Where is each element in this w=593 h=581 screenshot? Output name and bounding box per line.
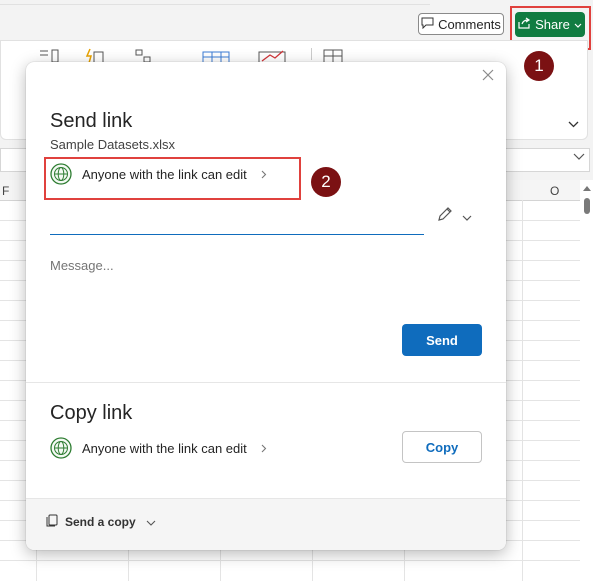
ribbon-collapse-chevron-icon[interactable] — [568, 118, 579, 132]
message-input[interactable] — [50, 254, 470, 276]
send-a-copy-button[interactable]: Send a copy — [46, 514, 156, 530]
send-link-title: Send link — [50, 110, 133, 132]
comments-label: Comments — [438, 16, 501, 32]
comments-button[interactable]: Comments — [418, 13, 504, 35]
grid-line — [0, 560, 580, 561]
title-strip — [0, 0, 593, 40]
send-button[interactable]: Send — [402, 324, 482, 356]
column-header-o[interactable]: O — [550, 184, 559, 198]
copy-link-permission-label: Anyone with the link can edit — [82, 440, 247, 456]
permission-highlight-box — [44, 157, 301, 200]
copy-button[interactable]: Copy — [402, 431, 482, 463]
share-dialog: Send link Sample Datasets.xlsx Anyone wi… — [26, 62, 506, 550]
column-header-f[interactable]: F — [2, 184, 9, 198]
grid-line — [522, 200, 523, 581]
globe-icon — [50, 437, 72, 459]
chevron-down-icon — [146, 515, 156, 529]
section-divider — [26, 382, 506, 383]
formula-bar-expand-icon[interactable] — [573, 150, 585, 164]
dialog-footer: Send a copy — [26, 498, 506, 550]
scroll-up-arrow-icon[interactable] — [583, 186, 591, 191]
send-copy-icon — [46, 514, 59, 530]
callout-badge-2: 2 — [311, 167, 341, 197]
tab-line — [0, 0, 430, 5]
chevron-right-icon — [261, 441, 267, 456]
chevron-down-icon — [462, 208, 472, 226]
scrollbar-thumb[interactable] — [584, 198, 590, 214]
copy-link-title: Copy link — [50, 402, 133, 424]
callout-badge-1: 1 — [524, 51, 554, 81]
vertical-scrollbar[interactable] — [580, 180, 593, 581]
file-name: Sample Datasets.xlsx — [50, 137, 175, 152]
close-icon[interactable] — [482, 68, 494, 86]
comment-icon — [421, 17, 434, 32]
copy-link-permission-selector[interactable]: Anyone with the link can edit — [50, 437, 267, 459]
ribbon-separator — [311, 48, 312, 60]
send-copy-label: Send a copy — [65, 515, 136, 529]
recipients-input[interactable] — [50, 210, 424, 235]
pencil-icon — [436, 205, 454, 228]
edit-permission-dropdown[interactable] — [436, 205, 472, 228]
